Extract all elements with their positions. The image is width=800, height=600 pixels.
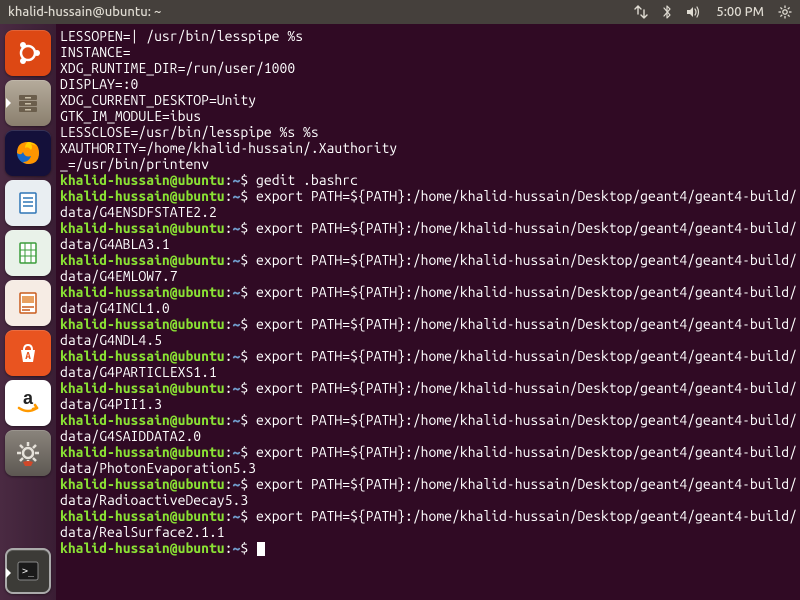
terminal-line: khalid-hussain@ubuntu:~$ export PATH=${P…: [60, 284, 798, 316]
terminal-line: XDG_RUNTIME_DIR=/run/user/1000: [60, 60, 798, 76]
launcher-software[interactable]: A: [5, 330, 51, 376]
prompt-user: khalid-hussain@ubuntu: [60, 284, 225, 300]
terminal-output[interactable]: LESSOPEN=| /usr/bin/lesspipe %sINSTANCE=…: [56, 24, 800, 556]
prompt-user: khalid-hussain@ubuntu: [60, 380, 225, 396]
terminal-line: DISPLAY=:0: [60, 76, 798, 92]
command-text: gedit .bashrc: [256, 172, 358, 188]
terminal-line: khalid-hussain@ubuntu:~$ export PATH=${P…: [60, 444, 798, 476]
prompt-user: khalid-hussain@ubuntu: [60, 444, 225, 460]
prompt-user: khalid-hussain@ubuntu: [60, 188, 225, 204]
terminal-line: khalid-hussain@ubuntu:~$ export PATH=${P…: [60, 508, 798, 540]
cursor: [257, 542, 265, 556]
launcher-settings[interactable]: [5, 430, 51, 476]
terminal-line: XAUTHORITY=/home/khalid-hussain/.Xauthor…: [60, 140, 798, 156]
gear-icon[interactable]: [778, 5, 792, 19]
terminal-line: LESSCLOSE=/usr/bin/lesspipe %s %s: [60, 124, 798, 140]
terminal-line: khalid-hussain@ubuntu:~$ export PATH=${P…: [60, 380, 798, 412]
clock[interactable]: 5:00 PM: [716, 5, 764, 19]
terminal-line: khalid-hussain@ubuntu:~$ export PATH=${P…: [60, 348, 798, 380]
terminal-line: khalid-hussain@ubuntu:~$ gedit .bashrc: [60, 172, 798, 188]
terminal-line: khalid-hussain@ubuntu:~$ export PATH=${P…: [60, 412, 798, 444]
terminal-window[interactable]: LESSOPEN=| /usr/bin/lesspipe %sINSTANCE=…: [56, 24, 800, 600]
terminal-line: LESSOPEN=| /usr/bin/lesspipe %s: [60, 28, 798, 44]
terminal-line: khalid-hussain@ubuntu:~$ export PATH=${P…: [60, 476, 798, 508]
terminal-line: GTK_IM_MODULE=ibus: [60, 108, 798, 124]
launcher-impress[interactable]: [5, 280, 51, 326]
launcher-ubuntu-dash[interactable]: [5, 30, 51, 76]
launcher-writer[interactable]: [5, 180, 51, 226]
prompt-user: khalid-hussain@ubuntu: [60, 172, 225, 188]
terminal-line: khalid-hussain@ubuntu:~$ export PATH=${P…: [60, 316, 798, 348]
launcher-firefox[interactable]: [5, 130, 51, 176]
terminal-line: khalid-hussain@ubuntu:~$ export PATH=${P…: [60, 188, 798, 220]
prompt-user: khalid-hussain@ubuntu: [60, 348, 225, 364]
menu-bar: khalid-hussain@ubuntu: ~ 5:00 PM: [0, 0, 800, 24]
terminal-line: khalid-hussain@ubuntu:~$ export PATH=${P…: [60, 252, 798, 284]
unity-launcher: A a >_: [0, 24, 56, 600]
launcher-terminal[interactable]: >_: [5, 548, 51, 594]
network-icon[interactable]: [634, 5, 648, 19]
prompt-user: khalid-hussain@ubuntu: [60, 252, 225, 268]
prompt-user: khalid-hussain@ubuntu: [60, 412, 225, 428]
terminal-line: _=/usr/bin/printenv: [60, 156, 798, 172]
terminal-line: khalid-hussain@ubuntu:~$ export PATH=${P…: [60, 220, 798, 252]
prompt-user: khalid-hussain@ubuntu: [60, 220, 225, 236]
svg-text:a: a: [23, 388, 34, 408]
prompt-user: khalid-hussain@ubuntu: [60, 476, 225, 492]
terminal-line: XDG_CURRENT_DESKTOP=Unity: [60, 92, 798, 108]
launcher-calc[interactable]: [5, 230, 51, 276]
prompt-user: khalid-hussain@ubuntu: [60, 540, 225, 556]
indicator-area: 5:00 PM: [634, 5, 792, 19]
svg-text:A: A: [25, 350, 31, 361]
terminal-line: INSTANCE=: [60, 44, 798, 60]
bluetooth-icon[interactable]: [662, 5, 672, 19]
running-indicator-icon: [6, 568, 11, 578]
terminal-line: khalid-hussain@ubuntu:~$: [60, 540, 798, 556]
launcher-amazon[interactable]: a: [5, 380, 51, 426]
volume-icon[interactable]: [686, 5, 702, 19]
prompt-user: khalid-hussain@ubuntu: [60, 508, 225, 524]
prompt-user: khalid-hussain@ubuntu: [60, 316, 225, 332]
window-title: khalid-hussain@ubuntu: ~: [8, 5, 634, 19]
launcher-files[interactable]: [5, 80, 51, 126]
svg-text:>_: >_: [22, 566, 35, 577]
running-indicator-icon: [6, 98, 11, 108]
